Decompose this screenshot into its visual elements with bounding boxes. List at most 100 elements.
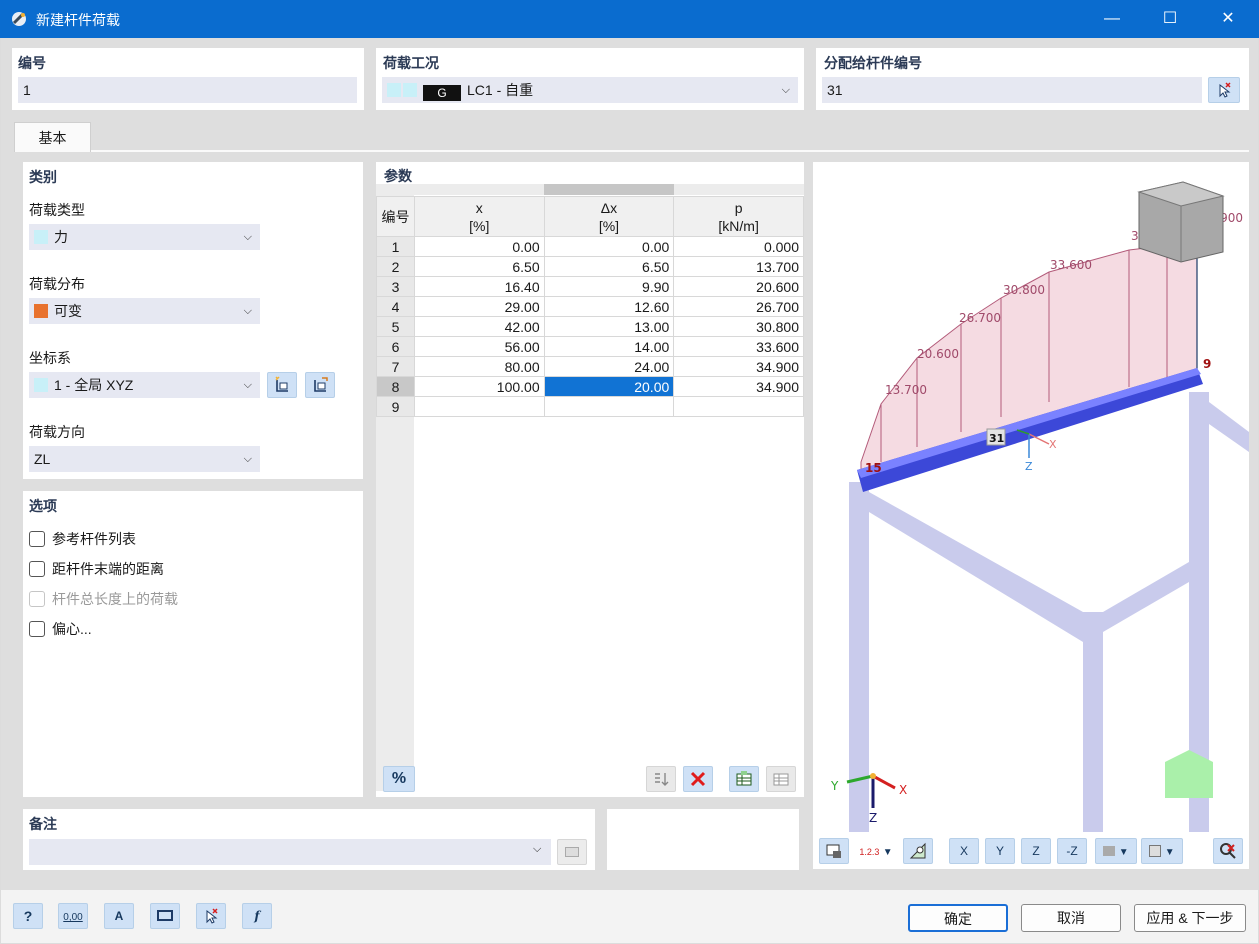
cell-dx[interactable]: 0.00 [543,236,675,257]
tab-basic[interactable]: 基本 [14,122,91,152]
apply-next-button[interactable]: 应用 & 下一步 [1134,904,1246,932]
display-button[interactable] [150,903,180,929]
formula-button[interactable]: f [242,903,272,929]
text-icon: A [114,909,124,923]
help-icon: ? [23,908,33,924]
cell-x[interactable]: 100.00 [413,376,545,397]
cell-p[interactable]: 13.700 [673,256,804,277]
cell-x[interactable]: 0.00 [413,236,545,257]
no-field[interactable]: 1 [18,77,357,103]
cell-dx[interactable]: 24.00 [543,356,675,377]
cell-x[interactable]: 29.00 [413,296,545,317]
view-y-button[interactable]: Y [985,838,1015,864]
table-row[interactable]: 1 0.00 0.00 0.000 [376,236,804,257]
select-objects-button[interactable] [196,903,226,929]
option-eccentricity[interactable]: 偏心... [29,619,92,639]
view-render-button[interactable] [819,838,849,864]
numbering-dropdown[interactable]: 1.2.3 ▼ [855,838,897,864]
cell-x[interactable]: 80.00 [413,356,545,377]
model-3d-view[interactable]: 13.700 20.600 26.700 30.800 33.600 34.90… [813,162,1249,869]
comment-select[interactable] [29,839,551,865]
view-x-button[interactable]: X [949,838,979,864]
color-swatch [34,304,48,318]
cell-p[interactable]: 0.000 [673,236,804,257]
maximize-button[interactable]: ☐ [1141,0,1199,38]
percent-toggle-button[interactable]: % [383,766,415,792]
cell-x[interactable]: 6.50 [413,256,545,277]
options-heading: 选项 [29,498,57,514]
cell-p[interactable]: 34.900 [673,376,804,397]
cell-dx[interactable]: 20.00 [543,376,675,397]
navigation-cube[interactable] [1137,181,1225,263]
cell-p[interactable] [673,396,804,417]
checkbox[interactable] [29,531,45,547]
cell-no: 7 [376,356,415,377]
load-direction-select[interactable]: ZL ⌵ [29,446,260,472]
sort-rows-button[interactable] [646,766,676,792]
view-visibility-button[interactable] [903,838,933,864]
axis-y-icon: Y [995,844,1004,858]
export-table-button[interactable] [766,766,796,792]
delete-row-button[interactable] [683,766,713,792]
assign-members-field[interactable]: 31 [822,77,1202,103]
delete-icon [690,771,706,787]
table-row[interactable]: 6 56.00 14.00 33.600 [376,336,804,357]
cell-x[interactable]: 42.00 [413,316,545,337]
option-distance-from-end[interactable]: 距杆件末端的距离 [29,559,164,579]
help-button[interactable]: ? [13,903,43,929]
cell-dx[interactable]: 13.00 [543,316,675,337]
table-row[interactable]: 8 100.00 20.00 34.900 [376,376,804,397]
cell-x[interactable] [413,396,545,417]
table-row[interactable]: 7 80.00 24.00 34.900 [376,356,804,377]
cell-dx[interactable]: 12.60 [543,296,675,317]
option-total-length: 杆件总长度上的荷载 [29,589,178,609]
option-reference-member-list[interactable]: 参考杆件列表 [29,529,136,549]
reset-view-button[interactable] [1213,838,1243,864]
cell-x[interactable]: 56.00 [413,336,545,357]
cell-p[interactable]: 34.900 [673,356,804,377]
table-row[interactable]: 2 6.50 6.50 13.700 [376,256,804,277]
cell-dx[interactable]: 6.50 [543,256,675,277]
view-minus-z-button[interactable]: -Z [1057,838,1087,864]
load-type-select[interactable]: 力 ⌵ [29,224,260,250]
checkbox[interactable] [29,561,45,577]
distribution-label: 荷载分布 [29,276,85,292]
cancel-button[interactable]: 取消 [1021,904,1121,932]
minimize-button[interactable]: — [1083,0,1141,38]
load-case-select[interactable]: G LC1 - 自重 ⌵ [382,77,798,103]
comment-library-button[interactable] [557,839,587,865]
color-swatch [403,83,417,97]
table-export-icon [773,773,789,786]
edit-coord-system-button[interactable] [305,372,335,398]
view-cube-dropdown[interactable]: ▼ [1141,838,1183,864]
cell-p[interactable]: 26.700 [673,296,804,317]
cell-x[interactable]: 16.40 [413,276,545,297]
cursor-pick-icon [1219,82,1231,98]
cell-dx[interactable]: 14.00 [543,336,675,357]
coord-system-select[interactable]: 1 - 全局 XYZ ⌵ [29,372,260,398]
cell-dx[interactable]: 9.90 [543,276,675,297]
select-member-button[interactable] [1208,77,1240,103]
ok-button[interactable]: 确定 [908,904,1008,932]
close-button[interactable]: ✕ [1199,0,1257,38]
table-row[interactable]: 5 42.00 13.00 30.800 [376,316,804,337]
cell-p[interactable]: 33.600 [673,336,804,357]
table-row[interactable]: 4 29.00 12.60 26.700 [376,296,804,317]
model-canvas[interactable]: 13.700 20.600 26.700 30.800 33.600 34.90… [813,162,1249,832]
text-object-button[interactable]: A [104,903,134,929]
cell-no: 3 [376,276,415,297]
decimal-places-button[interactable]: 0,00 [58,903,88,929]
import-table-button[interactable] [729,766,759,792]
checkbox[interactable] [29,621,45,637]
cell-p[interactable]: 20.600 [673,276,804,297]
new-coord-system-button[interactable] [267,372,297,398]
view-z-button[interactable]: Z [1021,838,1051,864]
cell-no: 1 [376,236,415,257]
cell-p[interactable]: 30.800 [673,316,804,337]
cell-dx[interactable] [543,396,675,417]
color-swatch [387,83,401,97]
table-row[interactable]: 9 [376,396,804,417]
table-row[interactable]: 3 16.40 9.90 20.600 [376,276,804,297]
view-iso-dropdown[interactable]: ▼ [1095,838,1137,864]
distribution-select[interactable]: 可变 ⌵ [29,298,260,324]
